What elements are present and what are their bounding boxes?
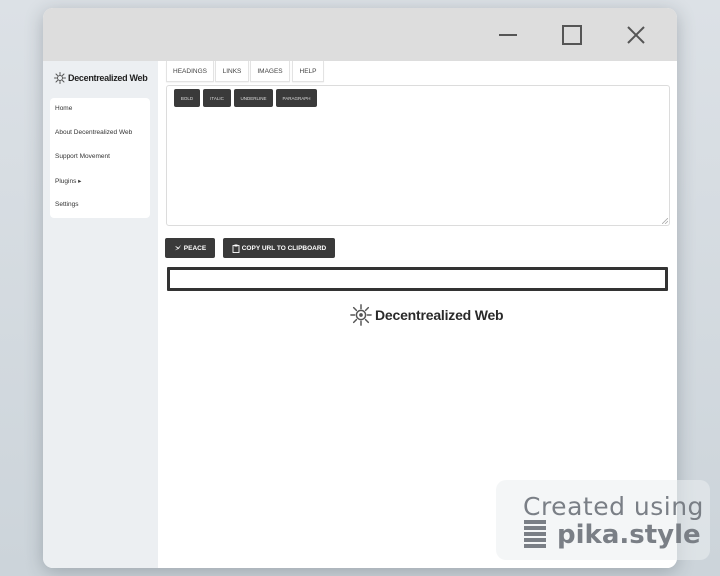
tab-headings[interactable]: HEADINGS: [166, 61, 214, 82]
clipboard-icon: [232, 244, 240, 253]
sidebar-item-plugins[interactable]: Plugins ▸: [55, 177, 81, 185]
sidebar: Decentrealized Web Home About Decentreal…: [43, 61, 158, 568]
sidebar-item-support[interactable]: Support Movement: [55, 153, 110, 160]
sun-logo-icon: [54, 72, 66, 84]
sidebar-logo[interactable]: Decentrealized Web: [54, 72, 148, 84]
url-field[interactable]: [167, 267, 668, 291]
watermark-brand: pika.style: [557, 520, 701, 550]
sun-logo-icon: [350, 304, 372, 326]
main-brand-name: Decentrealized Web: [375, 307, 504, 323]
tab-help[interactable]: HELP: [292, 61, 324, 82]
watermark-text: Created using: [523, 492, 704, 521]
sidebar-item-about[interactable]: About Decentrealized Web: [55, 129, 132, 136]
sidebar-nav: Home About Decentrealized Web Support Mo…: [50, 98, 150, 218]
tab-images[interactable]: IMAGES: [250, 61, 290, 82]
maximize-button[interactable]: [555, 18, 589, 52]
paragraph-button[interactable]: PARAGRAPH: [276, 89, 317, 107]
underline-button[interactable]: UNDERLINE: [234, 89, 273, 107]
sidebar-item-settings[interactable]: Settings: [55, 201, 79, 208]
tab-links[interactable]: LINKS: [215, 61, 249, 82]
brand-name: Decentrealized Web: [68, 73, 148, 83]
peace-dove-icon: [174, 244, 181, 251]
copy-url-button[interactable]: COPY URL TO CLIPBOARD: [223, 238, 335, 258]
title-bar: [43, 8, 677, 61]
main-logo: Decentrealized Web: [350, 304, 504, 326]
text-editor[interactable]: BOLD ITALIC UNDERLINE PARAGRAPH: [166, 85, 670, 226]
italic-button[interactable]: ITALIC: [203, 89, 231, 107]
minimize-icon: [499, 34, 517, 36]
peace-label: PEACE: [183, 244, 207, 252]
peace-button[interactable]: PEACE: [165, 238, 215, 258]
resize-grip-icon[interactable]: [662, 218, 668, 224]
sidebar-item-home[interactable]: Home: [55, 105, 72, 112]
close-icon: [627, 26, 645, 44]
minimize-button[interactable]: [491, 18, 525, 52]
maximize-icon: [562, 25, 582, 45]
pika-logo-icon: [524, 520, 546, 548]
bold-button[interactable]: BOLD: [174, 89, 200, 107]
copy-url-label: COPY URL TO CLIPBOARD: [241, 244, 327, 252]
close-button[interactable]: [619, 18, 653, 52]
